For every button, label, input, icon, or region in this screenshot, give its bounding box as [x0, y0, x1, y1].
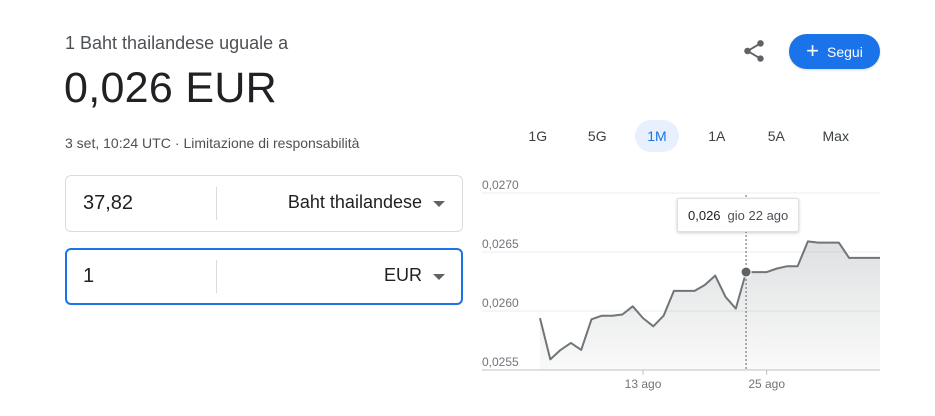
from-amount-field[interactable]: 37,82 Baht thailandese — [65, 175, 463, 232]
y-tick-label: 0,0265 — [482, 237, 519, 251]
x-tick-label: 13 ago — [625, 377, 662, 391]
chevron-down-icon[interactable] — [433, 201, 445, 207]
to-amount-field[interactable]: 1 EUR — [65, 248, 463, 305]
meta-separator: · — [174, 135, 180, 151]
follow-button[interactable]: + Segui — [789, 34, 880, 69]
tab-max[interactable]: Max — [806, 120, 866, 152]
to-amount-input[interactable]: 1 — [83, 265, 94, 288]
chart-tooltip: 0,026 gio 22 ago — [677, 198, 800, 232]
conversion-subtitle: 1 Baht thailandese uguale a — [65, 33, 289, 53]
y-tick-label: 0,0270 — [482, 178, 519, 192]
exchange-rate: 0,026 EUR — [64, 64, 278, 112]
tab-5g[interactable]: 5G — [568, 120, 628, 152]
to-currency-select[interactable]: EUR — [384, 265, 422, 286]
series-area — [540, 241, 880, 370]
rate-meta: 3 set, 10:24 UTC · Limitazione di responsa… — [65, 135, 359, 151]
x-tick-label: 25 ago — [748, 377, 785, 391]
chevron-down-icon[interactable] — [433, 274, 445, 280]
y-tick-label: 0,0255 — [482, 355, 519, 369]
hover-point — [740, 266, 752, 278]
plus-icon: + — [806, 37, 820, 63]
tab-1m[interactable]: 1M — [635, 120, 679, 152]
tooltip-date: gio 22 ago — [727, 207, 789, 223]
tab-1g[interactable]: 1G — [508, 120, 568, 152]
from-amount-input[interactable]: 37,82 — [83, 192, 133, 215]
disclaimer-link[interactable]: Limitazione di responsabilità — [184, 135, 360, 151]
range-tabs: 1G 5G 1M 1A 5A Max — [508, 120, 866, 154]
field-divider — [216, 187, 217, 220]
follow-label: Segui — [827, 43, 863, 60]
share-icon[interactable] — [741, 38, 767, 64]
tooltip-value: 0,026 — [688, 207, 721, 223]
field-divider — [216, 260, 217, 293]
y-tick-label: 0,0260 — [482, 296, 519, 310]
timestamp: 3 set, 10:24 UTC — [65, 135, 171, 151]
tab-5a[interactable]: 5A — [747, 120, 807, 152]
from-currency-select[interactable]: Baht thailandese — [288, 192, 422, 213]
tab-1a[interactable]: 1A — [687, 120, 747, 152]
